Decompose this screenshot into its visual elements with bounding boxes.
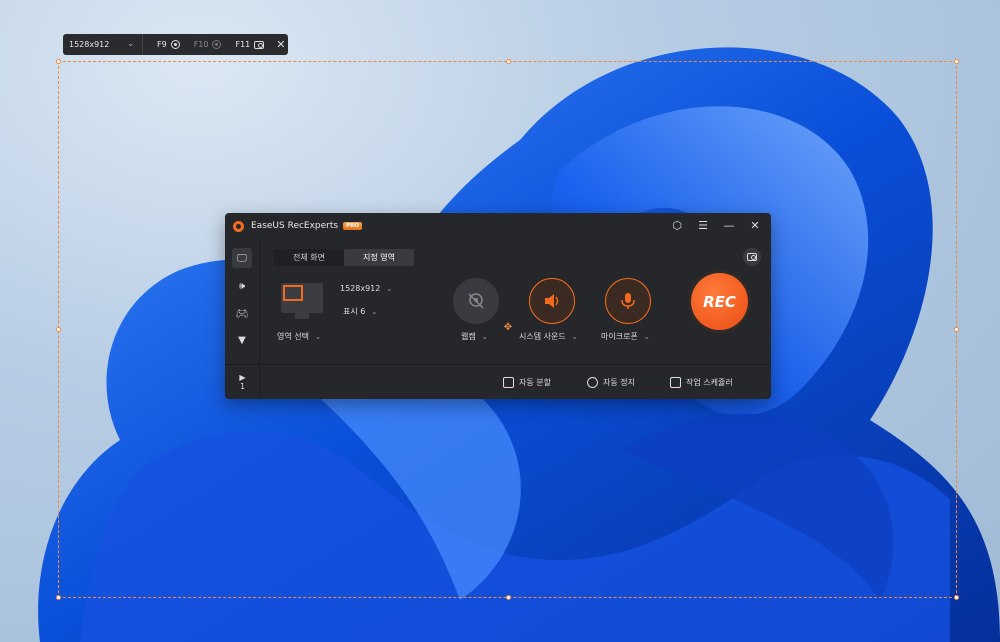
system-sound-toggle[interactable] <box>529 278 575 324</box>
split-icon <box>503 377 514 388</box>
resize-handle-top[interactable] <box>506 59 511 64</box>
bottom-toolbar: 자동 분할 자동 정지 작업 스케쥴러 <box>261 364 771 399</box>
tab-custom-region[interactable]: 지정 영역 <box>344 249 414 266</box>
audio-mode-button[interactable]: 🕪 <box>232 276 252 296</box>
app-logo-icon <box>233 220 244 232</box>
pause-circle-icon <box>212 40 222 49</box>
mode-sidebar: 🖵 🕪 🎮︎ ▼ ▶︎ 1 <box>225 239 260 399</box>
screenshot-button[interactable] <box>743 248 761 266</box>
camera-icon <box>254 40 265 49</box>
auto-split-label: 자동 분할 <box>519 378 551 387</box>
title-bar[interactable]: EaseUS RecExperts PRO ⬡ ☰ — ✕ <box>225 213 771 239</box>
pause-shortcut-key: F10 <box>193 40 209 49</box>
auto-split-button[interactable]: 자동 분할 <box>503 377 551 388</box>
camera-icon <box>747 253 757 261</box>
record-shortcut-key: F9 <box>157 40 167 49</box>
resize-handle-right[interactable] <box>954 327 959 332</box>
monitor-stand <box>295 313 309 319</box>
screenshot-shortcut[interactable]: F11 <box>235 40 265 49</box>
resize-handle-top-right[interactable] <box>954 59 959 64</box>
region-resolution-value: 1528x912 <box>69 40 110 49</box>
system-sound-label: 시스템 사운드 <box>519 332 566 341</box>
webcam-toggle[interactable] <box>453 278 499 324</box>
close-icon[interactable]: ✕ <box>276 38 285 51</box>
chevron-down-icon: ⌄ <box>371 308 378 316</box>
microphone-icon <box>621 293 635 309</box>
webcam-off-icon <box>468 293 484 309</box>
minimize-icon[interactable]: — <box>723 219 735 233</box>
display-value: 표시 6 <box>343 307 366 316</box>
rec-button[interactable]: REC <box>691 273 748 330</box>
more-down-icon: ▼ <box>238 334 246 346</box>
pro-badge: PRO <box>343 222 363 230</box>
chevron-down-icon: ⌄ <box>481 333 488 341</box>
region-preview-selection <box>283 285 303 301</box>
timer-icon <box>587 377 598 388</box>
auto-stop-button[interactable]: 자동 정지 <box>587 377 635 388</box>
resolution-value: 1528x912 <box>340 284 381 293</box>
move-arrows-icon: ✥ <box>503 322 513 333</box>
settings-icon[interactable]: ⬡ <box>671 219 683 233</box>
speaker-icon: 🕪 <box>238 280 246 292</box>
recordings-list-button[interactable]: ▶︎ 1 <box>225 364 260 399</box>
monitor-icon: 🖵 <box>237 252 247 264</box>
auto-stop-label: 자동 정지 <box>603 378 635 387</box>
tab-full-screen[interactable]: 전체 화면 <box>274 249 344 266</box>
recexperts-window: EaseUS RecExperts PRO ⬡ ☰ — ✕ 🖵 🕪 🎮︎ ▼ ▶… <box>225 213 771 399</box>
close-icon[interactable]: ✕ <box>749 219 761 233</box>
record-shortcut[interactable]: F9 <box>157 40 180 49</box>
microphone-toggle[interactable] <box>605 278 651 324</box>
video-folder-icon: ▶︎ <box>239 373 246 382</box>
recordings-count: 1 <box>239 382 246 391</box>
select-area-label: 영역 선택 <box>277 332 309 341</box>
webcam-label-dropdown[interactable]: 웹캠 ⌄ <box>461 331 488 342</box>
record-circle-icon <box>170 40 180 49</box>
microphone-label: 마이크로폰 <box>601 332 638 341</box>
resolution-dropdown[interactable]: 1528x912 ⌄ <box>340 284 392 293</box>
select-area-dropdown[interactable]: 영역 선택 ⌄ <box>277 331 321 342</box>
screen-mode-button[interactable]: 🖵 <box>232 248 252 268</box>
more-modes-button[interactable]: ▼ <box>232 330 252 350</box>
chevron-down-icon: ⌄ <box>643 333 650 341</box>
task-scheduler-button[interactable]: 작업 스케쥴러 <box>670 377 733 388</box>
resize-handle-left[interactable] <box>56 327 61 332</box>
chevron-down-icon: ⌄ <box>571 333 578 341</box>
system-sound-label-dropdown[interactable]: 시스템 사운드 ⌄ <box>519 331 578 342</box>
resize-handle-top-left[interactable] <box>56 59 61 64</box>
chevron-down-icon: ⌄ <box>386 285 393 293</box>
region-mini-toolbar: 1528x912 ⌄ F9 F10 F11 ✕ <box>63 34 288 55</box>
chevron-down-icon: ⌄ <box>314 333 321 341</box>
gamepad-icon: 🎮︎ <box>235 308 249 320</box>
game-mode-button[interactable]: 🎮︎ <box>232 304 252 324</box>
pause-shortcut[interactable]: F10 <box>194 40 222 49</box>
resize-handle-bottom-right[interactable] <box>954 595 959 600</box>
resize-handle-bottom-left[interactable] <box>56 595 61 600</box>
screenshot-shortcut-key: F11 <box>235 40 251 49</box>
menu-icon[interactable]: ☰ <box>697 219 709 233</box>
webcam-label: 웹캠 <box>461 332 476 341</box>
task-scheduler-label: 작업 스케쥴러 <box>686 378 733 387</box>
display-dropdown[interactable]: 표시 6 ⌄ <box>343 306 377 317</box>
chevron-down-icon: ⌄ <box>127 39 134 48</box>
microphone-label-dropdown[interactable]: 마이크로폰 ⌄ <box>601 331 650 342</box>
speaker-icon <box>545 294 559 308</box>
app-title: EaseUS RecExperts <box>251 221 339 231</box>
region-resolution-dropdown[interactable]: 1528x912 ⌄ <box>63 34 143 55</box>
calendar-icon <box>670 377 681 388</box>
resize-handle-bottom[interactable] <box>506 595 511 600</box>
capture-mode-tabs: 전체 화면 지정 영역 <box>274 249 414 266</box>
